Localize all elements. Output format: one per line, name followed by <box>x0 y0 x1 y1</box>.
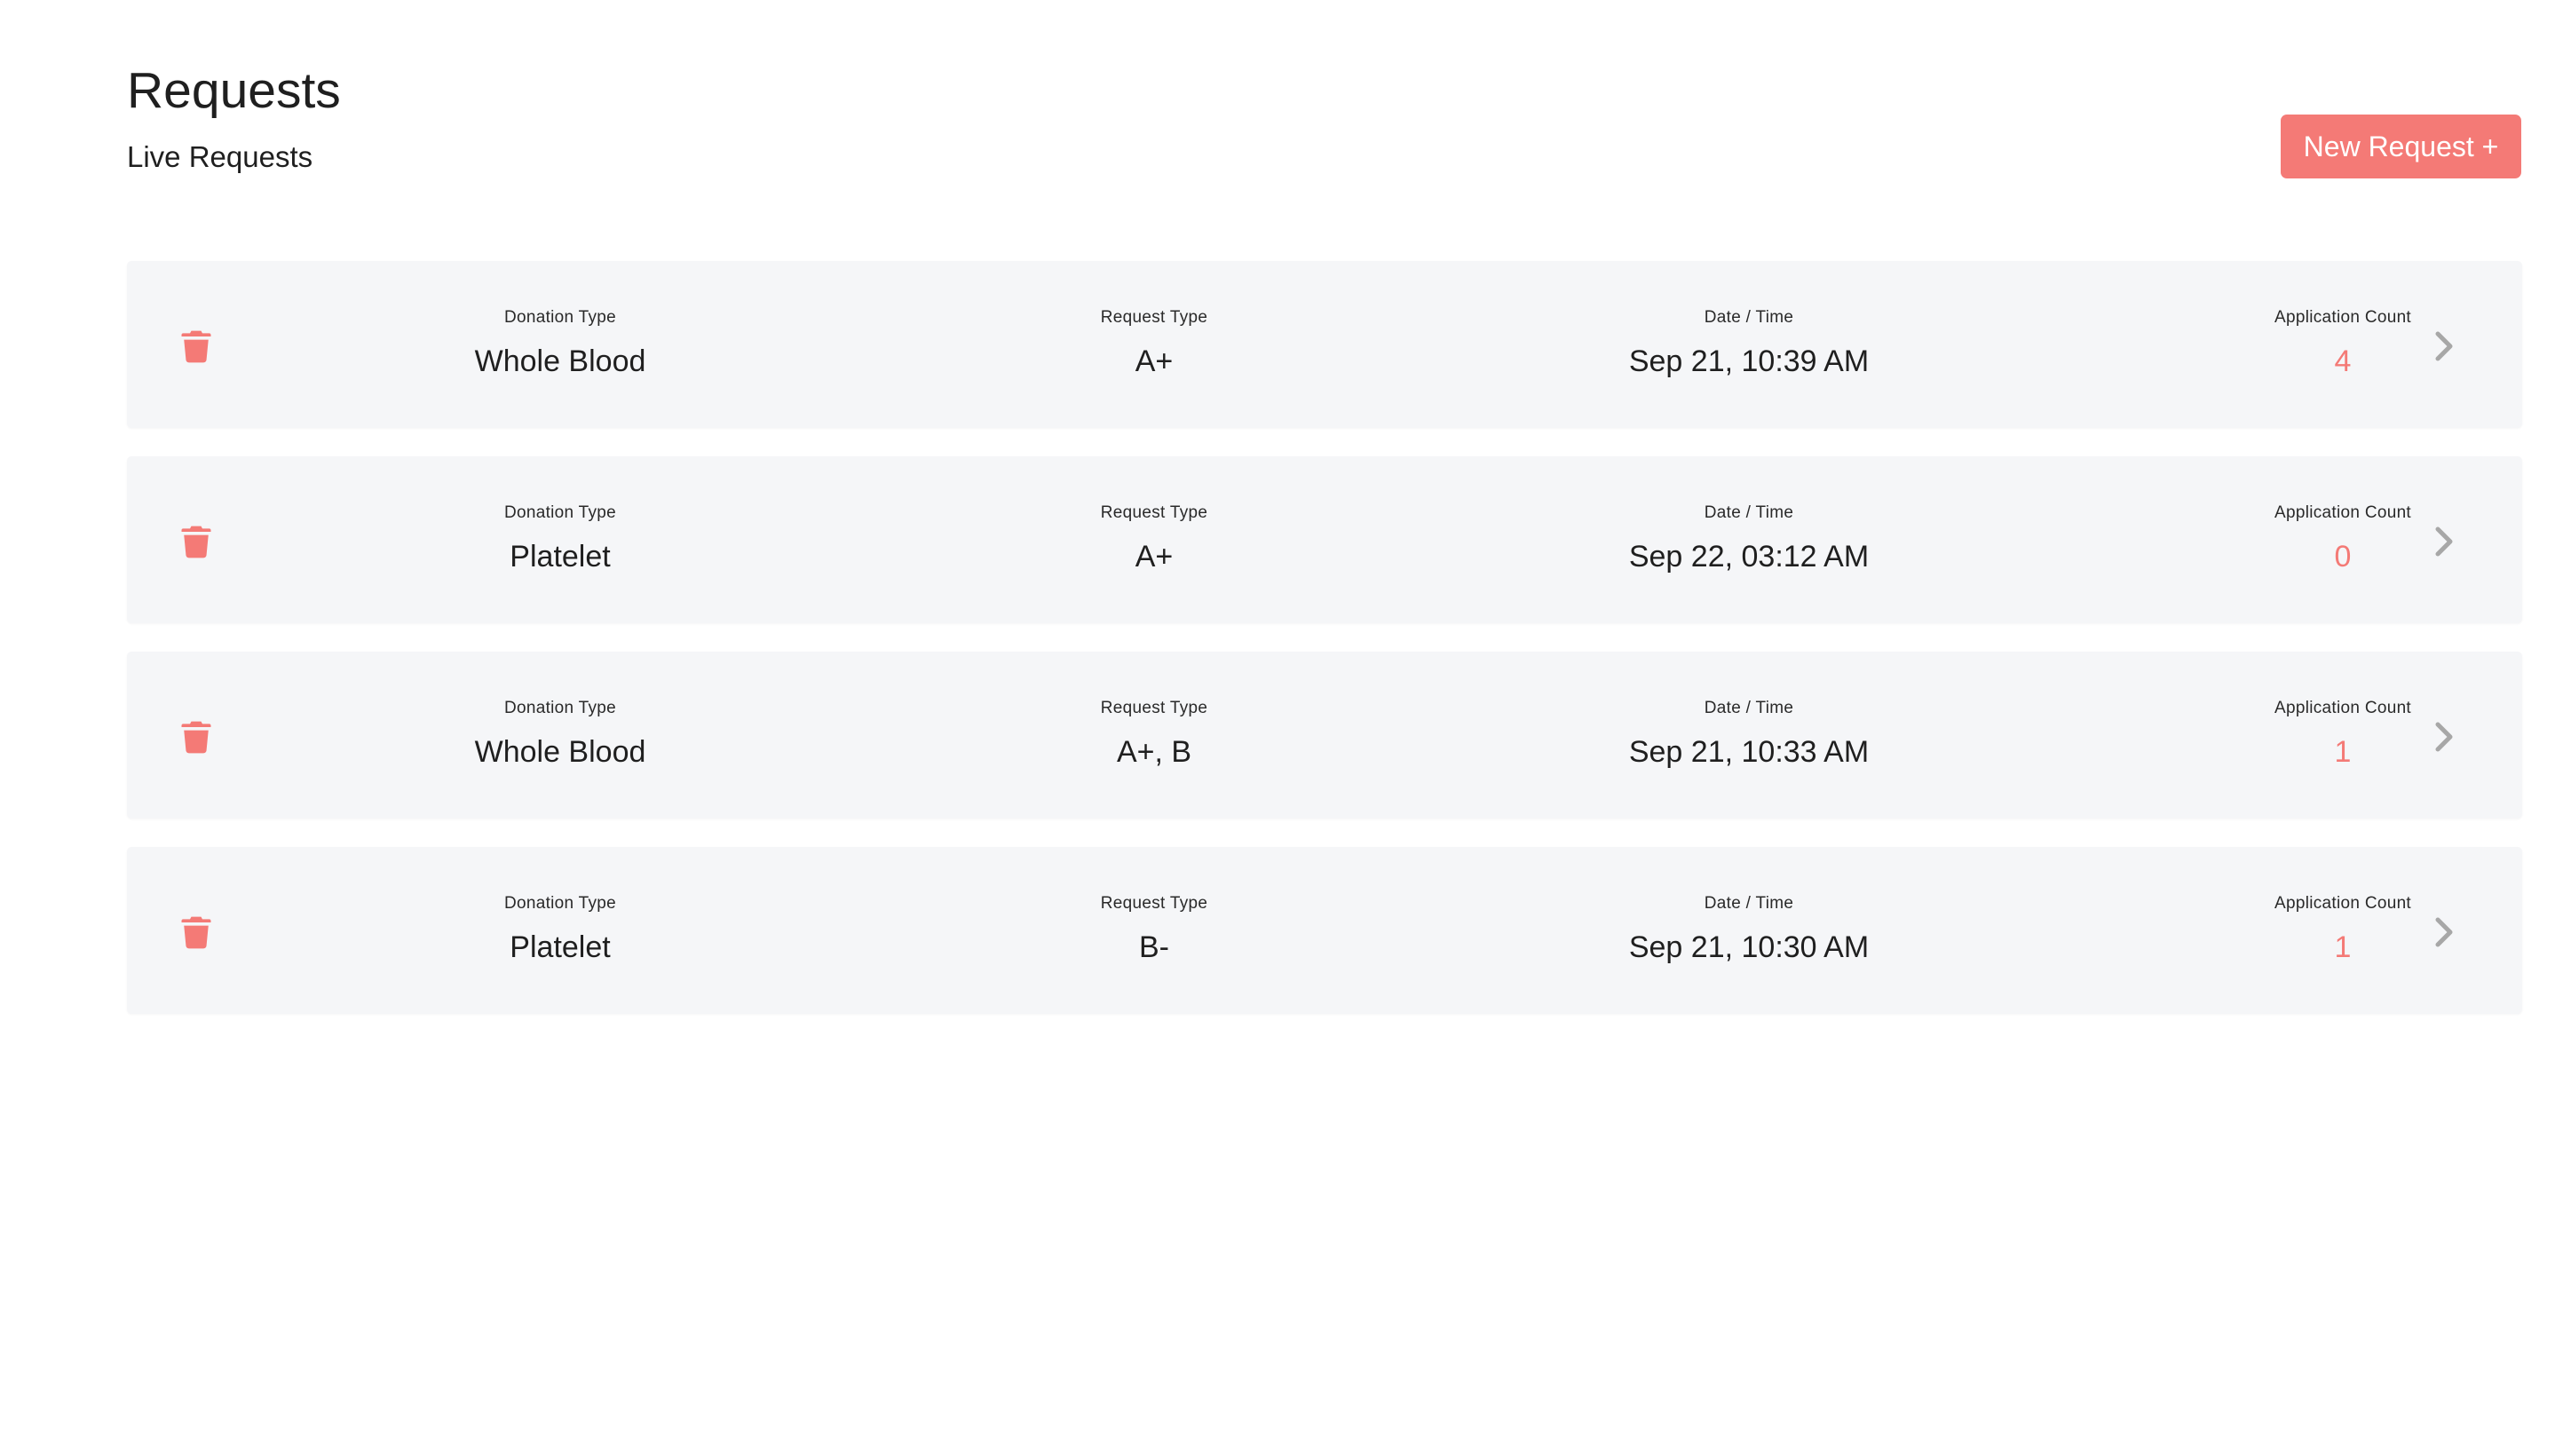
open-request-button[interactable] <box>2426 717 2462 756</box>
application-count-label: Application Count <box>2274 699 2412 717</box>
request-type-field: Request Type B- <box>950 893 1358 966</box>
request-type-label: Request Type <box>1100 503 1208 522</box>
delete-request-button[interactable] <box>177 913 216 952</box>
request-type-value: B- <box>1139 930 1169 964</box>
datetime-value: Sep 21, 10:33 AM <box>1628 735 1870 769</box>
chevron-right-icon <box>2435 917 2453 947</box>
request-type-label: Request Type <box>1100 894 1208 913</box>
chevron-right-icon <box>2435 526 2453 557</box>
application-count-field: Application Count 0 <box>2139 502 2547 575</box>
request-type-field: Request Type A+, B <box>950 698 1358 771</box>
datetime-value: Sep 21, 10:39 AM <box>1628 344 1870 378</box>
chevron-right-icon <box>2435 331 2453 361</box>
datetime-value: Sep 21, 10:30 AM <box>1628 930 1870 964</box>
donation-type-field: Donation Type Platelet <box>356 502 764 575</box>
application-count-label: Application Count <box>2274 308 2412 327</box>
donation-type-field: Donation Type Platelet <box>356 893 764 966</box>
donation-type-value: Whole Blood <box>474 735 646 769</box>
donation-type-field: Donation Type Whole Blood <box>356 307 764 380</box>
delete-request-button[interactable] <box>177 327 216 366</box>
delete-request-button[interactable] <box>177 717 216 756</box>
donation-type-label: Donation Type <box>503 503 617 522</box>
new-request-button[interactable]: New Request + <box>2281 115 2521 178</box>
datetime-label: Date / Time <box>1704 894 1794 913</box>
request-type-label: Request Type <box>1100 308 1208 327</box>
request-list: Donation Type Whole Blood Request Type A… <box>127 261 2522 1042</box>
application-count-field: Application Count 4 <box>2139 307 2547 380</box>
datetime-field: Date / Time Sep 22, 03:12 AM <box>1545 502 1953 575</box>
donation-type-value: Whole Blood <box>474 344 646 378</box>
application-count-label: Application Count <box>2274 894 2412 913</box>
application-count-value: 1 <box>2334 930 2352 964</box>
request-type-field: Request Type A+ <box>950 307 1358 380</box>
datetime-field: Date / Time Sep 21, 10:33 AM <box>1545 698 1953 771</box>
application-count-field: Application Count 1 <box>2139 698 2547 771</box>
request-type-label: Request Type <box>1100 699 1208 717</box>
donation-type-value: Platelet <box>510 930 611 964</box>
trash-icon <box>181 916 211 949</box>
open-request-button[interactable] <box>2426 913 2462 952</box>
request-type-value: A+ <box>1135 540 1174 574</box>
request-type-value: A+ <box>1135 344 1174 378</box>
donation-type-value: Platelet <box>510 540 611 574</box>
datetime-label: Date / Time <box>1704 308 1794 327</box>
datetime-field: Date / Time Sep 21, 10:39 AM <box>1545 307 1953 380</box>
request-card[interactable]: Donation Type Platelet Request Type B- D… <box>127 847 2522 1014</box>
application-count-value: 4 <box>2334 344 2352 378</box>
application-count-label: Application Count <box>2274 503 2412 522</box>
request-card[interactable]: Donation Type Whole Blood Request Type A… <box>127 261 2522 428</box>
request-card[interactable]: Donation Type Platelet Request Type A+ D… <box>127 456 2522 623</box>
delete-request-button[interactable] <box>177 522 216 561</box>
datetime-label: Date / Time <box>1704 699 1794 717</box>
trash-icon <box>181 526 211 558</box>
request-type-field: Request Type A+ <box>950 502 1358 575</box>
application-count-value: 1 <box>2334 735 2352 769</box>
request-card[interactable]: Donation Type Whole Blood Request Type A… <box>127 652 2522 819</box>
datetime-value: Sep 22, 03:12 AM <box>1628 540 1870 574</box>
open-request-button[interactable] <box>2426 327 2462 366</box>
open-request-button[interactable] <box>2426 522 2462 561</box>
section-title-live-requests: Live Requests <box>127 140 313 173</box>
datetime-label: Date / Time <box>1704 503 1794 522</box>
donation-type-label: Donation Type <box>503 894 617 913</box>
datetime-field: Date / Time Sep 21, 10:30 AM <box>1545 893 1953 966</box>
chevron-right-icon <box>2435 722 2453 752</box>
donation-type-label: Donation Type <box>503 308 617 327</box>
application-count-field: Application Count 1 <box>2139 893 2547 966</box>
request-type-value: A+, B <box>1116 735 1192 769</box>
application-count-value: 0 <box>2334 540 2352 574</box>
donation-type-label: Donation Type <box>503 699 617 717</box>
donation-type-field: Donation Type Whole Blood <box>356 698 764 771</box>
trash-icon <box>181 721 211 754</box>
page-title: Requests <box>127 62 341 119</box>
trash-icon <box>181 330 211 363</box>
